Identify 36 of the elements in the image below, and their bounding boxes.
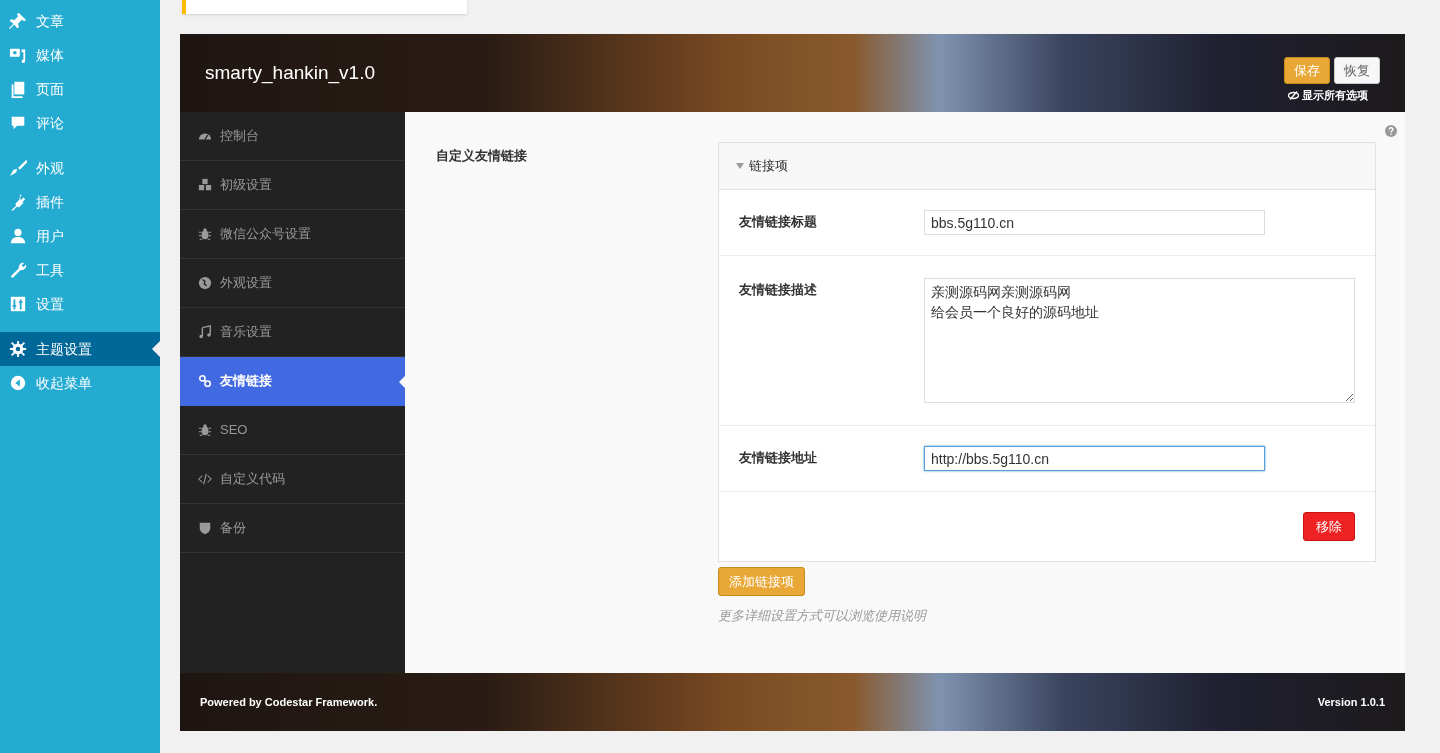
help-text: 更多详细设置方式可以浏览使用说明 [718,607,928,625]
text-input-field[interactable]: http://bbs.5g110.cn [924,446,1265,471]
group-title[interactable]: 链接项 [749,156,788,176]
section-label: 自定义友情链接 [436,147,528,165]
settings-icon [9,340,27,358]
field-label: 友情链接描述 [739,281,818,299]
powered-by-text: Powered by Codestar Framework. [200,694,378,710]
cubes-icon [198,178,212,192]
shield-icon [198,521,212,535]
brush-icon [9,159,27,177]
remove-button[interactable]: 移除 [1303,512,1355,541]
restore-button[interactable]: 恢复 [1334,56,1380,84]
show-all-options-link[interactable]: 显示所有选项 [1302,86,1368,104]
field-label: 友情链接地址 [739,449,818,467]
link-icon [198,374,212,388]
wrench-icon [9,261,27,279]
plug-icon [9,193,27,211]
bug-icon [198,423,212,437]
pin-icon [9,12,27,30]
field-label: 友情链接标题 [739,213,818,231]
help-icon[interactable] [1385,125,1397,137]
selection-pointer [152,341,160,357]
eye-slash-icon [1288,90,1299,100]
music-note-icon [198,325,212,339]
bug-icon [198,227,212,241]
sliders-icon [9,295,27,313]
admin-menu-item[interactable]: 主题设置 [0,332,160,366]
code-icon [198,472,212,486]
description-textarea[interactable]: 亲测源码网亲测源码网 给会员一个良好的源码地址 [924,278,1355,403]
user-icon [9,227,27,245]
text-input-field[interactable]: bbs.5g110.cn [924,210,1265,235]
version-text: Version 1.0.1 [1317,694,1385,710]
camera-music-icon [9,46,27,64]
pages-icon [9,80,27,98]
settings-nav-item[interactable]: 友情链接 [180,357,405,406]
panel-title: smarty_hankin_v1.0 [205,60,376,86]
